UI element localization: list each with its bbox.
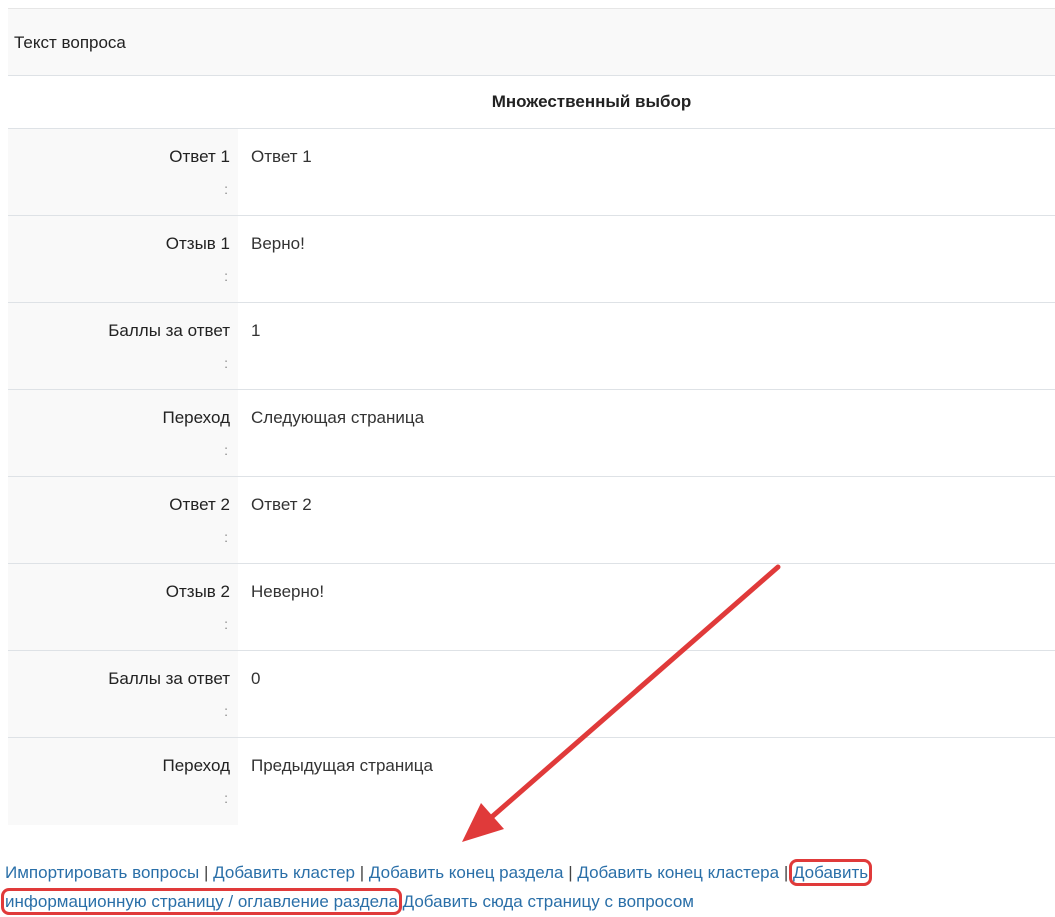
separator: |: [783, 863, 789, 882]
feedback-row: Отзыв 2 : Неверно!: [8, 564, 1055, 651]
row-value: Верно!: [251, 234, 305, 253]
separator: |: [204, 863, 209, 882]
row-value: Следующая страница: [251, 408, 425, 427]
row-label-cell: Баллы за ответ :: [8, 651, 238, 737]
row-colon: :: [224, 355, 228, 371]
row-label-cell: Ответ 1 :: [8, 129, 238, 215]
separator: |: [359, 863, 365, 882]
add-cluster-link[interactable]: Добавить кластер: [213, 863, 355, 882]
row-label: Переход: [162, 408, 230, 427]
question-type-title: Множественный выбор: [491, 92, 692, 111]
row-label-cell: Переход :: [8, 738, 238, 825]
row-label: Баллы за ответ: [108, 321, 230, 340]
row-label-cell: Отзыв 2 :: [8, 564, 238, 650]
separator: |: [568, 863, 573, 882]
row-value: Неверно!: [251, 582, 325, 601]
row-label: Ответ 2: [169, 495, 230, 514]
row-label-cell: Переход :: [8, 390, 238, 476]
row-value: Ответ 1: [251, 147, 312, 166]
row-label: Баллы за ответ: [108, 669, 230, 688]
score-row: Баллы за ответ : 0: [8, 651, 1055, 738]
row-colon: :: [224, 703, 228, 719]
jump-row: Переход : Следующая страница: [8, 390, 1055, 477]
import-questions-link[interactable]: Импортировать вопросы: [5, 863, 199, 882]
answer-row: Ответ 1 : Ответ 1: [8, 129, 1055, 216]
row-label: Ответ 1: [169, 147, 230, 166]
answer-row: Ответ 2 : Ответ 2: [8, 477, 1055, 564]
page-actions: Импортировать вопросы | Добавить кластер…: [1, 858, 1055, 916]
add-info-page-link-part2[interactable]: информационную страницу / оглавление раз…: [1, 888, 402, 915]
row-label-cell: Баллы за ответ :: [8, 303, 238, 389]
row-label-cell: Отзыв 1 :: [8, 216, 238, 302]
question-text-label: Текст вопроса: [14, 33, 126, 52]
row-colon: :: [224, 442, 228, 458]
row-colon: :: [224, 790, 228, 806]
add-section-end-link[interactable]: Добавить конец раздела: [369, 863, 564, 882]
row-value: 0: [251, 669, 261, 688]
question-type-header: Множественный выбор: [8, 76, 1055, 129]
row-label: Переход: [162, 756, 230, 775]
row-label: Отзыв 2: [165, 582, 230, 601]
question-text-header: Текст вопроса: [8, 8, 1055, 76]
row-colon: :: [224, 616, 228, 632]
add-question-page-link[interactable]: Добавить сюда страницу с вопросом: [403, 892, 694, 911]
row-label-cell: Ответ 2 :: [8, 477, 238, 563]
jump-row: Переход : Предыдущая страница: [8, 738, 1055, 825]
row-value: 1: [251, 321, 261, 340]
add-info-page-link-part1[interactable]: Добавить: [788, 859, 873, 886]
add-cluster-end-link[interactable]: Добавить конец кластера: [577, 863, 779, 882]
row-label: Отзыв 1: [165, 234, 230, 253]
row-value: Ответ 2: [251, 495, 312, 514]
score-row: Баллы за ответ : 1: [8, 303, 1055, 390]
row-colon: :: [224, 268, 228, 284]
row-colon: :: [224, 181, 228, 197]
row-colon: :: [224, 529, 228, 545]
row-value: Предыдущая страница: [251, 756, 433, 775]
feedback-row: Отзыв 1 : Верно!: [8, 216, 1055, 303]
